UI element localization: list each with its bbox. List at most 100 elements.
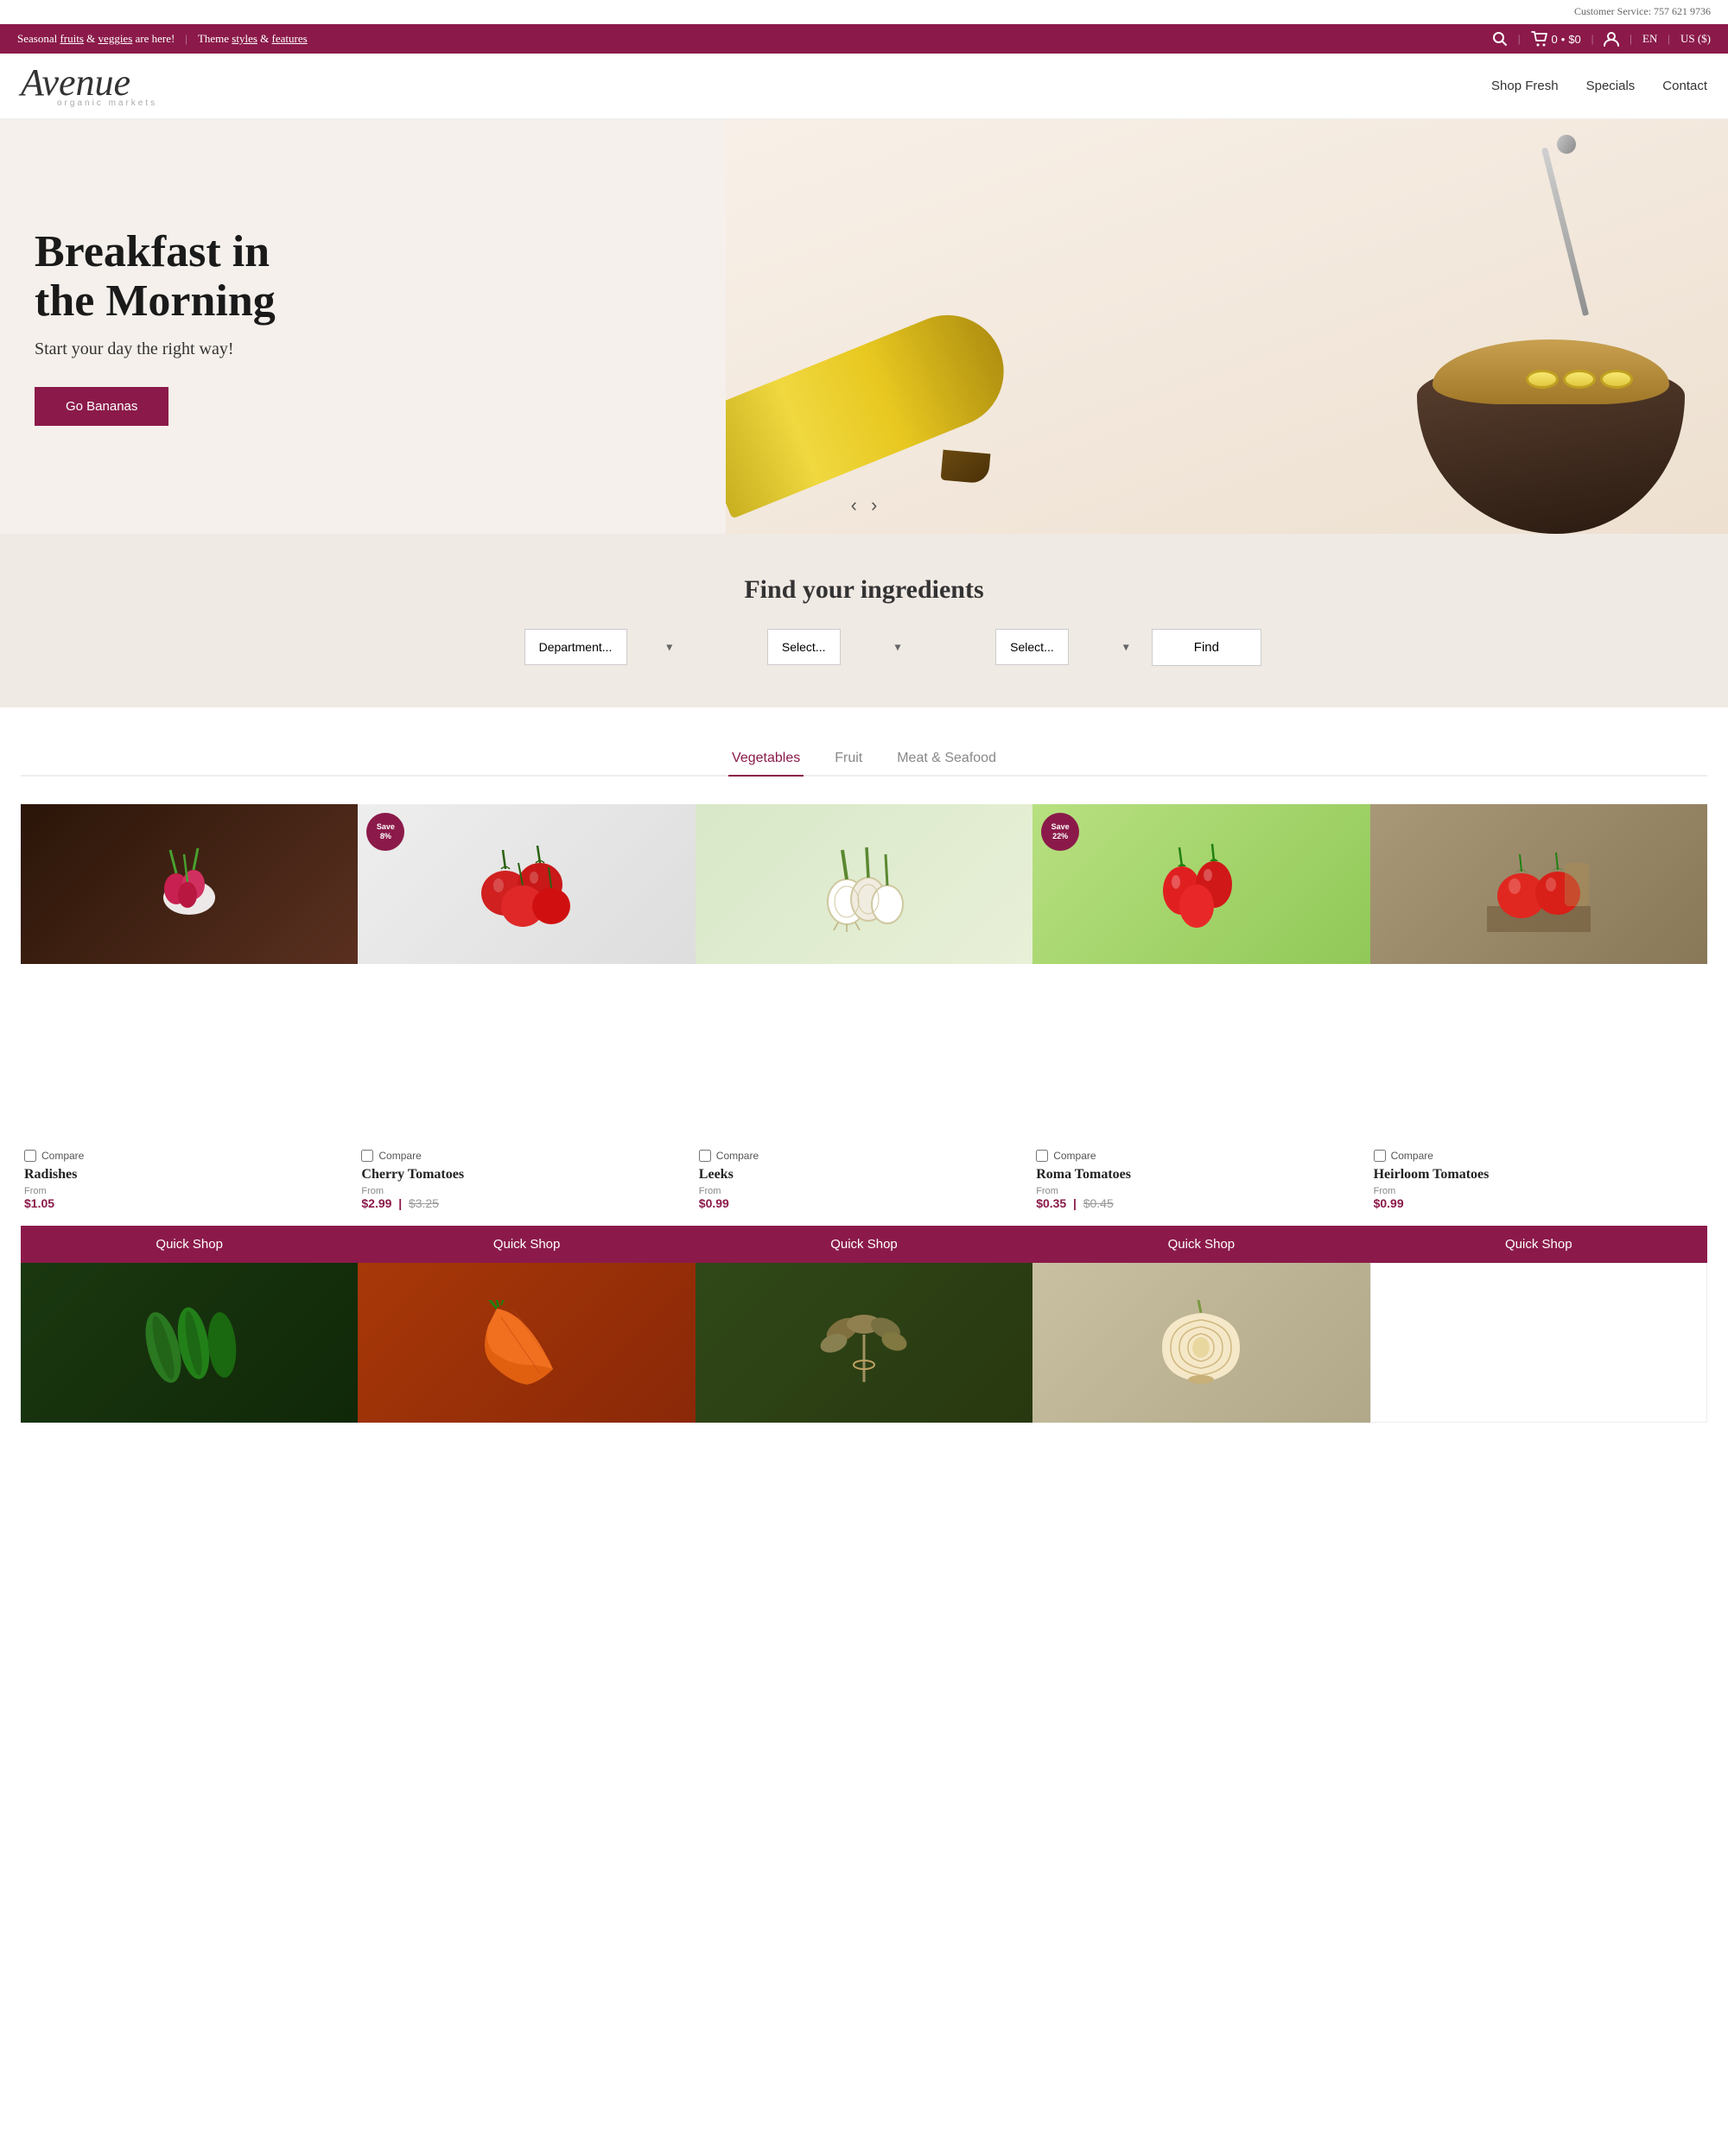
product-card-radishes: Compare Radishes From $1.05 Quick Shop: [21, 804, 358, 1263]
cherry-price-current: $2.99: [361, 1196, 391, 1210]
hero-prev-button[interactable]: ‹: [851, 494, 857, 517]
find-button[interactable]: Find: [1152, 629, 1261, 666]
product-name-cherry-tomatoes: Cherry Tomatoes: [361, 1167, 691, 1183]
finder-row: Department... Select... Select... Find: [467, 629, 1261, 666]
onion-img: [1032, 1263, 1369, 1423]
save-label-roma: Save: [1051, 822, 1070, 832]
language-selector[interactable]: EN: [1642, 32, 1657, 46]
radishes-img-bg: [21, 804, 358, 964]
compare-row-leeks: Compare: [699, 1150, 1029, 1162]
banana-slice: [1600, 370, 1633, 389]
product-card-herbs: [696, 1263, 1032, 1423]
product-info-cherry-tomatoes: Compare Cherry Tomatoes From $2.99 | $3.…: [358, 1141, 695, 1219]
product-price-leeks: $0.99: [699, 1196, 1029, 1210]
features-link[interactable]: features: [272, 32, 308, 45]
hero-next-button[interactable]: ›: [871, 494, 877, 517]
hero-slider-nav: ‹ ›: [851, 494, 878, 517]
onion-svg: [1153, 1300, 1248, 1386]
product-card-onion: [1032, 1263, 1369, 1423]
department-select[interactable]: Department...: [524, 629, 627, 665]
product-tabs: Vegetables Fruit Meat & Seafood: [21, 742, 1707, 777]
compare-row-cherry: Compare: [361, 1150, 691, 1162]
product-name-leeks: Leeks: [699, 1167, 1029, 1183]
select2[interactable]: Select...: [995, 629, 1069, 665]
product-image-radishes: [21, 804, 358, 1141]
tab-fruit[interactable]: Fruit: [831, 742, 866, 775]
cherry-tomatoes-svg: [475, 837, 579, 932]
logo[interactable]: Avenue organic markets: [21, 64, 157, 108]
save-percent-cherry: 8%: [380, 832, 391, 841]
roma-price-original: $0.45: [1083, 1196, 1114, 1210]
finder-title: Find your ingredients: [21, 575, 1707, 605]
product-info-radishes: Compare Radishes From $1.05: [21, 1141, 358, 1219]
logo-tagline: organic markets: [21, 98, 157, 108]
account-button[interactable]: [1604, 31, 1619, 47]
products-section: Vegetables Fruit Meat & Seafood: [0, 707, 1728, 1457]
compare-checkbox-cherry[interactable]: [361, 1150, 373, 1162]
herbs-img: [696, 1263, 1032, 1423]
banana-tip: [941, 450, 991, 485]
zucchini-svg: [137, 1300, 241, 1386]
product-image-leeks: [696, 804, 1032, 1141]
main-nav: Avenue organic markets Shop Fresh Specia…: [0, 54, 1728, 119]
product-image-heirloom: [1370, 804, 1707, 1141]
search-button[interactable]: [1492, 31, 1508, 47]
product-card-zucchini: [21, 1263, 358, 1423]
hero-image: [726, 119, 1728, 534]
user-icon: [1604, 31, 1619, 47]
nav-contact[interactable]: Contact: [1662, 79, 1707, 93]
compare-checkbox-heirloom[interactable]: [1374, 1150, 1386, 1162]
compare-label-heirloom: Compare: [1391, 1150, 1433, 1162]
product-from-cherry: From: [361, 1186, 691, 1196]
veggies-link[interactable]: veggies: [98, 32, 133, 45]
styles-link[interactable]: styles: [232, 32, 257, 45]
product-from-roma: From: [1036, 1186, 1366, 1196]
announcement-left: Seasonal fruits & veggies are here! | Th…: [17, 32, 308, 46]
cart-count: 0: [1552, 33, 1558, 46]
save-percent-roma: 22%: [1052, 832, 1068, 841]
carrot-svg: [480, 1300, 575, 1386]
customer-service-text: Customer Service: 757 621 9736: [1574, 5, 1711, 17]
compare-checkbox-leeks[interactable]: [699, 1150, 711, 1162]
select1[interactable]: Select...: [767, 629, 841, 665]
cherry-price-original: $3.25: [409, 1196, 439, 1210]
leeks-img-bg: [696, 804, 1032, 964]
product-info-heirloom: Compare Heirloom Tomatoes From $0.99: [1370, 1141, 1707, 1219]
currency-selector[interactable]: US ($): [1680, 32, 1711, 46]
product-price-radishes: $1.05: [24, 1196, 354, 1210]
compare-checkbox-radishes[interactable]: [24, 1150, 36, 1162]
cart-button[interactable]: 0 • $0: [1531, 31, 1581, 47]
quick-shop-cherry-tomatoes[interactable]: Quick Shop: [358, 1226, 695, 1263]
spoon: [1541, 147, 1589, 316]
save-badge-roma: Save 22%: [1041, 813, 1079, 851]
quick-shop-leeks[interactable]: Quick Shop: [696, 1226, 1032, 1263]
quick-shop-roma-tomatoes[interactable]: Quick Shop: [1032, 1226, 1369, 1263]
herbs-svg: [816, 1300, 912, 1386]
divider4: |: [1630, 32, 1632, 46]
nav-links: Shop Fresh Specials Contact: [1491, 79, 1707, 93]
tab-meat-seafood[interactable]: Meat & Seafood: [893, 742, 1000, 775]
banana-slices: [1526, 370, 1633, 389]
roma-price-current: $0.35: [1036, 1196, 1066, 1210]
product-info-roma: Compare Roma Tomatoes From $0.35 | $0.45: [1032, 1141, 1369, 1219]
divider5: |: [1668, 32, 1670, 46]
product-info-leeks: Compare Leeks From $0.99: [696, 1141, 1032, 1219]
cart-icon: [1531, 31, 1548, 47]
announcement-text: Seasonal fruits & veggies are here!: [17, 32, 175, 46]
product-card-roma-tomatoes: Save 22%: [1032, 804, 1369, 1263]
quick-shop-radishes[interactable]: Quick Shop: [21, 1226, 358, 1263]
product-card-heirloom: Compare Heirloom Tomatoes From $0.99 Qui…: [1370, 804, 1707, 1263]
compare-checkbox-roma[interactable]: [1036, 1150, 1048, 1162]
divider: |: [185, 32, 187, 46]
hero-cta-button[interactable]: Go Bananas: [35, 387, 168, 426]
tab-vegetables[interactable]: Vegetables: [728, 742, 804, 777]
quick-shop-heirloom[interactable]: Quick Shop: [1370, 1226, 1707, 1263]
search-icon: [1492, 31, 1508, 47]
announcement-bar: Seasonal fruits & veggies are here! | Th…: [0, 24, 1728, 54]
nav-shop-fresh[interactable]: Shop Fresh: [1491, 79, 1559, 93]
roma-img-bg: [1032, 804, 1369, 964]
banana-decoration: [726, 298, 1020, 518]
nav-specials[interactable]: Specials: [1586, 79, 1636, 93]
fruits-link[interactable]: fruits: [60, 32, 83, 45]
product-card-cherry-tomatoes: Save 8%: [358, 804, 695, 1263]
